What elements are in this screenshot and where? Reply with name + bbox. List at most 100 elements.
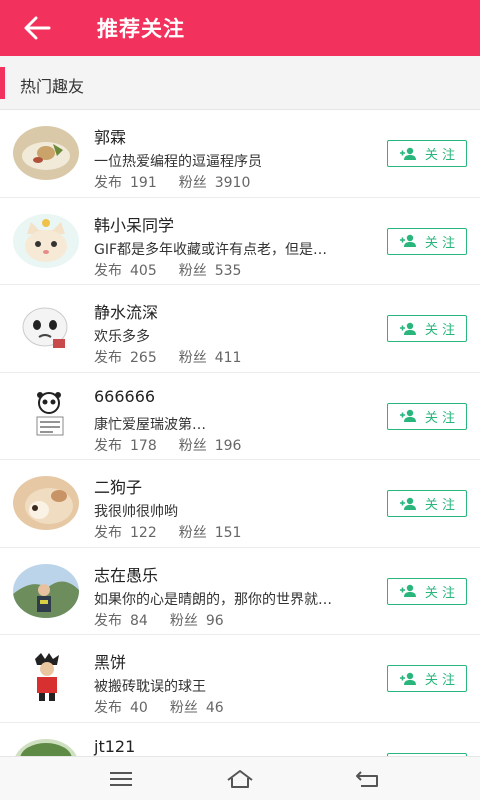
return-icon <box>356 771 378 787</box>
follow-button[interactable]: 关 注 <box>387 402 467 430</box>
user-bio: 一位热爱编程的逗逼程序员 <box>94 154 262 170</box>
user-name[interactable]: 郭霖 <box>94 124 126 148</box>
user-bio: 欢乐多多 <box>94 329 150 345</box>
cartoon-cat-icon <box>13 213 79 268</box>
menu-button[interactable] <box>106 767 136 791</box>
user-bio: 我很帅很帅哟 <box>94 504 178 520</box>
posts-count: 40 <box>130 700 148 716</box>
user-name[interactable]: 黑饼 <box>94 649 126 673</box>
user-stats: 发布 40 粉丝 46 <box>94 697 246 717</box>
fans-count: 535 <box>214 262 242 279</box>
user-row[interactable]: 静水流深 欢乐多多 发布 265 粉丝 411 关 注 <box>0 285 480 373</box>
posts-count: 191 <box>130 175 157 191</box>
follow-button[interactable]: 关 注 <box>387 490 467 517</box>
page-title: 推荐关注 <box>97 17 185 41</box>
user-name[interactable]: 二狗子 <box>94 474 142 498</box>
follow-button[interactable]: 关 注 <box>387 577 467 605</box>
user-bio: 如果你的心是晴朗的，那你的世界就… <box>94 591 332 608</box>
user-row[interactable]: 韩小呆同学 GIF都是多年收藏或许有点老，但是… 发布 405 粉丝 535 关 注 <box>0 197 480 285</box>
user-name[interactable]: jt121 <box>94 737 135 756</box>
follow-label: 关 注 <box>424 410 456 426</box>
add-user-icon <box>399 147 416 160</box>
avatar[interactable] <box>13 126 79 180</box>
section-header: 热门趣友 <box>0 56 480 110</box>
avatar[interactable] <box>13 563 79 618</box>
person-photo-icon <box>13 563 79 618</box>
user-row[interactable]: 666666 康忙爱屋瑞波第… 发布 178 粉丝 196 关 注 <box>0 372 480 460</box>
user-stats: 发布 178 粉丝 196 <box>94 435 263 455</box>
fans-label: 粉丝 <box>178 525 207 541</box>
follow-label: 关 注 <box>424 235 456 251</box>
user-stats: 发布 265 粉丝 411 <box>94 347 263 367</box>
user-name[interactable]: 静水流深 <box>94 299 158 323</box>
back-nav-button[interactable] <box>353 767 383 791</box>
user-name[interactable]: 志在愚乐 <box>94 562 158 586</box>
avatar[interactable] <box>13 388 79 443</box>
user-row[interactable]: 郭霖 一位热爱编程的逗逼程序员 发布 191 粉丝 3910 关 注 <box>0 110 480 198</box>
fans-count: 3910 <box>214 175 251 191</box>
avatar[interactable] <box>13 651 79 705</box>
fans-count: 46 <box>205 700 224 716</box>
follow-label: 关 注 <box>424 323 456 338</box>
user-stats: 发布 122 粉丝 151 <box>94 522 263 542</box>
fans-label: 粉丝 <box>178 350 207 366</box>
avatar[interactable] <box>13 213 79 268</box>
meme-face-icon <box>13 301 79 355</box>
user-bio: GIF都是多年收藏或许有点老，但是… <box>94 241 328 258</box>
user-row[interactable]: 二狗子 我很帅很帅哟 发布 122 粉丝 151 关 注 <box>0 460 480 548</box>
add-user-icon <box>399 409 416 422</box>
follow-label: 关 注 <box>424 498 456 513</box>
follow-button[interactable]: 关 注 <box>387 140 467 167</box>
fans-count: 196 <box>214 437 242 454</box>
follow-label: 关 注 <box>424 148 456 163</box>
app-header: 推荐关注 <box>0 0 480 56</box>
user-row[interactable]: 志在愚乐 如果你的心是晴朗的，那你的世界就… 发布 84 粉丝 96 关 注 <box>0 547 480 635</box>
posts-label: 发布 <box>94 175 122 191</box>
avatar[interactable] <box>13 301 79 355</box>
user-list[interactable]: 郭霖 一位热爱编程的逗逼程序员 发布 191 粉丝 3910 关 注 韩小呆同学 GI… <box>0 110 480 756</box>
posts-count: 122 <box>130 525 157 541</box>
dog-photo-icon <box>13 476 79 530</box>
home-button[interactable] <box>225 767 255 791</box>
user-bio: 被搬砖耽误的球王 <box>94 679 206 695</box>
food-photo-icon <box>13 126 79 180</box>
follow-button[interactable]: 关 注 <box>387 665 467 692</box>
posts-label: 发布 <box>94 525 122 541</box>
tree-photo-icon <box>13 738 79 756</box>
fans-label: 粉丝 <box>169 612 198 629</box>
fans-count: 96 <box>205 612 224 629</box>
posts-count: 178 <box>130 437 157 454</box>
fans-count: 151 <box>214 525 242 541</box>
system-nav-bar <box>0 756 480 800</box>
section-title: 热门趣友 <box>20 77 85 96</box>
add-user-icon <box>399 234 416 247</box>
user-stats: 发布 405 粉丝 535 <box>94 260 263 280</box>
posts-label: 发布 <box>94 437 122 454</box>
user-name[interactable]: 666666 <box>94 387 155 406</box>
menu-icon <box>110 772 132 786</box>
fans-count: 411 <box>214 350 242 366</box>
follow-button[interactable]: 关 注 <box>387 227 467 255</box>
user-bio: 康忙爱屋瑞波第… <box>94 416 206 433</box>
fans-label: 粉丝 <box>178 262 207 279</box>
add-user-icon <box>399 322 416 335</box>
avatar[interactable] <box>13 738 79 756</box>
user-name[interactable]: 韩小呆同学 <box>94 212 174 236</box>
section-accent-bar <box>0 67 5 99</box>
add-user-icon <box>399 672 416 685</box>
back-button[interactable] <box>22 14 52 42</box>
avatar[interactable] <box>13 476 79 530</box>
follow-label: 关 注 <box>424 673 456 688</box>
add-user-icon <box>399 584 416 597</box>
fans-label: 粉丝 <box>178 175 207 191</box>
user-stats: 发布 84 粉丝 96 <box>94 610 246 630</box>
posts-label: 发布 <box>94 262 122 279</box>
fans-label: 粉丝 <box>169 700 198 716</box>
user-row[interactable]: jt121 关 注 <box>0 722 480 756</box>
panda-meme-icon <box>13 388 79 443</box>
football-cartoon-icon <box>13 651 79 705</box>
follow-button[interactable]: 关 注 <box>387 315 467 342</box>
user-row[interactable]: 黑饼 被搬砖耽误的球王 发布 40 粉丝 46 关 注 <box>0 635 480 723</box>
home-icon <box>227 770 253 788</box>
arrow-left-icon <box>24 16 51 40</box>
